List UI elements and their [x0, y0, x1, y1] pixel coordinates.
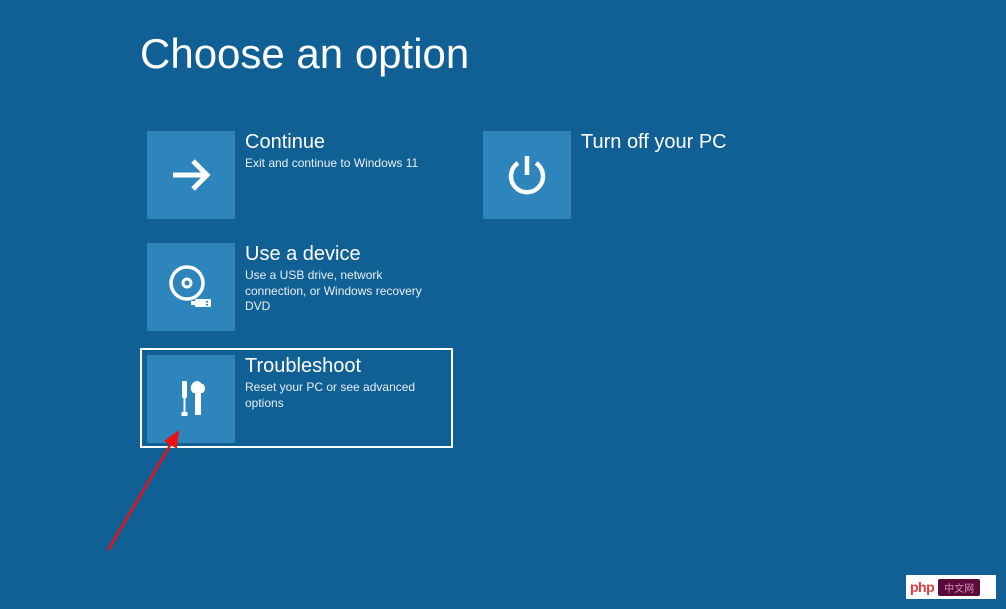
tools-icon [147, 355, 235, 443]
option-desc: Use a USB drive, network connection, or … [245, 268, 446, 315]
option-text: Turn off your PC [571, 131, 782, 156]
option-text: Troubleshoot Reset your PC or see advanc… [235, 355, 446, 411]
option-troubleshoot[interactable]: Troubleshoot Reset your PC or see advanc… [140, 348, 453, 448]
watermark-left: php [910, 579, 934, 595]
option-text: Continue Exit and continue to Windows 11 [235, 131, 446, 172]
option-text: Use a device Use a USB drive, network co… [235, 243, 446, 315]
option-use-device[interactable]: Use a device Use a USB drive, network co… [140, 236, 453, 336]
watermark: php 中文网 [906, 575, 996, 599]
option-continue[interactable]: Continue Exit and continue to Windows 11 [140, 124, 453, 224]
disc-usb-icon [147, 243, 235, 331]
option-title: Use a device [245, 243, 446, 265]
options-grid: Continue Exit and continue to Windows 11… [140, 124, 860, 460]
option-title: Turn off your PC [581, 131, 782, 153]
arrow-right-icon [147, 131, 235, 219]
page-title: Choose an option [140, 30, 469, 78]
option-title: Troubleshoot [245, 355, 446, 377]
option-desc: Reset your PC or see advanced options [245, 380, 446, 411]
option-turn-off[interactable]: Turn off your PC [476, 124, 789, 224]
option-title: Continue [245, 131, 446, 153]
watermark-right: 中文网 [938, 579, 980, 596]
power-icon [483, 131, 571, 219]
option-desc: Exit and continue to Windows 11 [245, 156, 446, 172]
